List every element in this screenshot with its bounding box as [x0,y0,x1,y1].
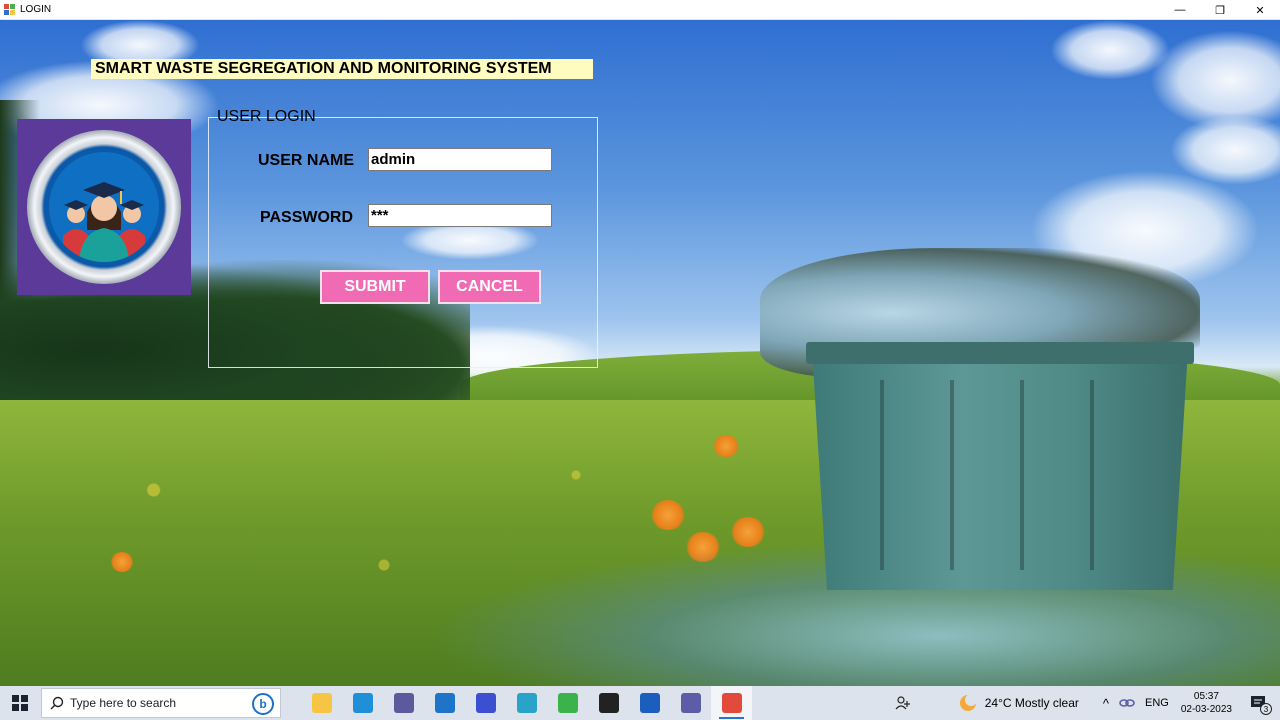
sticky-notes-icon [598,693,619,713]
taskbar-apps [301,686,752,720]
taskbar-app-login-app[interactable] [711,686,752,720]
avatar-ring [27,130,181,284]
taskbar: Type here to search b 24°C Mostly clear … [0,686,1280,720]
taskbar-search-box[interactable]: Type here to search b [41,688,281,718]
clock-date: 02-03-2023 [1180,704,1232,715]
user-avatar [17,119,191,295]
bing-icon[interactable]: b [252,693,274,715]
sketch-icon [475,693,496,713]
search-icon [50,696,64,710]
system-title-banner: SMART WASTE SEGREGATION AND MONITORING S… [91,59,593,79]
submit-button[interactable]: SUBMIT [320,270,430,304]
taskbar-app-word[interactable] [629,686,670,720]
notification-count: 3 [1260,703,1272,715]
waste-bin-ribs [880,380,1140,570]
close-button[interactable]: ✕ [1240,0,1280,20]
people-icon[interactable] [895,695,911,711]
login-app-icon [721,693,742,713]
notifications-icon[interactable]: 3 [1250,695,1272,715]
paint-icon [393,693,414,713]
flower [110,552,134,572]
start-button[interactable] [0,686,40,720]
taskbar-app-pencil-app[interactable] [506,686,547,720]
pencil-app-icon [516,693,537,713]
edge-icon [352,693,373,713]
search-placeholder: Type here to search [70,696,177,710]
weather-text[interactable]: 24°C Mostly clear [985,696,1079,710]
taskbar-app-file-explorer[interactable] [301,686,342,720]
username-field[interactable]: admin [368,148,552,171]
file-explorer-icon [311,693,332,713]
system-tray: 24°C Mostly clear ^ ENG 05:37 02-03-2023… [895,686,1280,720]
taskbar-app-paint[interactable] [383,686,424,720]
username-label: USER NAME [258,152,355,169]
taskbar-app-sticky-notes[interactable] [588,686,629,720]
window-title: LOGIN [20,4,52,15]
user-login-title: USER LOGIN [217,108,316,125]
language-indicator[interactable]: ENG [1145,697,1169,709]
link-tray-icon[interactable] [1119,698,1135,708]
cancel-button[interactable]: CANCEL [438,270,541,304]
clock-time: 05:37 [1193,691,1219,702]
taskbar-app-edge[interactable] [342,686,383,720]
app-icon [4,3,16,16]
flower [712,435,740,457]
link-app-icon [680,693,701,713]
green-app-icon [557,693,578,713]
clock[interactable]: 05:37 02-03-2023 [1181,690,1232,716]
windows-icon [12,695,28,711]
taskbar-app-green-app[interactable] [547,686,588,720]
flower [650,500,686,530]
show-hidden-icons-chevron-icon[interactable]: ^ [1103,696,1109,711]
taskbar-app-mail[interactable] [424,686,465,720]
login-form-background: SMART WASTE SEGREGATION AND MONITORING S… [0,20,1280,686]
taskbar-app-link-app[interactable] [670,686,711,720]
system-title: SMART WASTE SEGREGATION AND MONITORING S… [95,60,552,77]
weather-moon-icon[interactable] [959,694,977,712]
mail-icon [434,693,455,713]
password-field[interactable]: *** [368,204,552,227]
cloud [1150,30,1280,130]
window-title-bar: LOGIN — ❐ ✕ [0,0,1280,20]
password-label: PASSWORD [260,209,354,226]
taskbar-app-sketch[interactable] [465,686,506,720]
minimize-button[interactable]: — [1160,0,1200,20]
word-icon [639,693,660,713]
graduates-icon [49,152,159,262]
maximize-button[interactable]: ❐ [1200,0,1240,20]
waste-bin-rim [806,342,1194,364]
